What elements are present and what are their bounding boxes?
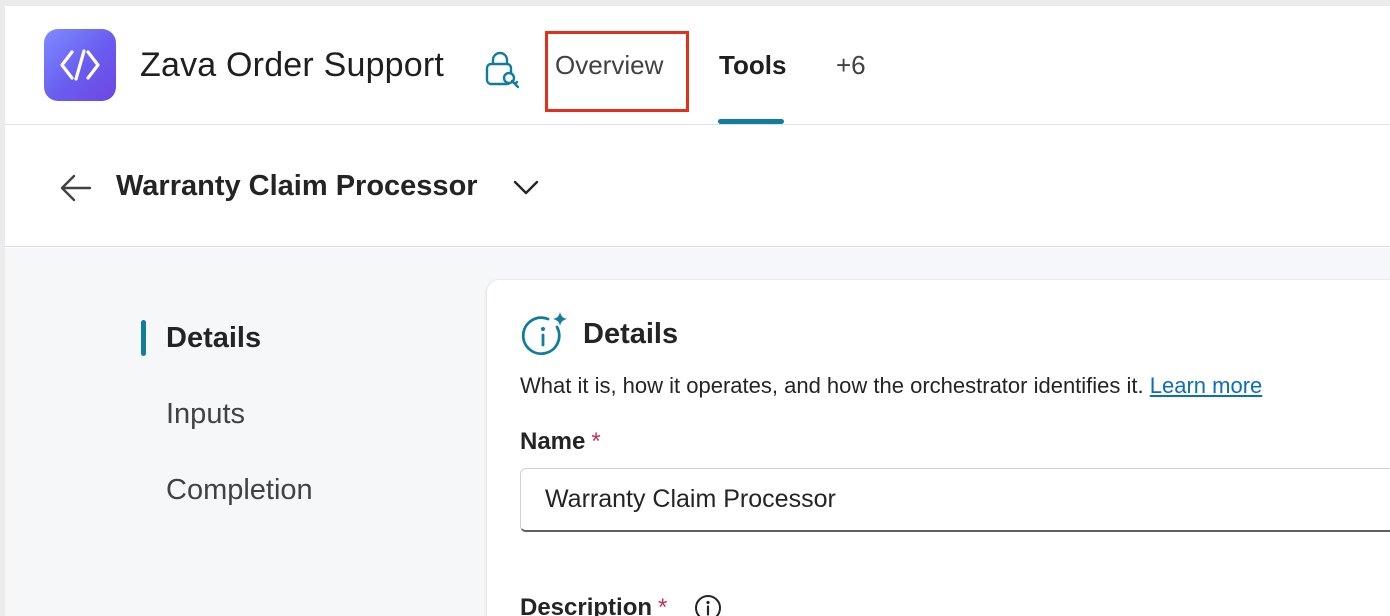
nav-item-completion[interactable]: Completion [166,474,313,507]
card-description: What it is, how it operates, and how the… [520,373,1262,399]
tab-overview[interactable]: Overview [555,50,663,81]
lock-key-icon [485,51,520,89]
nav-active-indicator [141,320,146,356]
info-icon[interactable] [694,594,722,616]
tab-overflow-more[interactable]: +6 [836,50,866,81]
tab-tools[interactable]: Tools [719,50,786,81]
name-input[interactable] [520,468,1390,532]
info-sparkle-icon [521,312,567,356]
chevron-down-icon[interactable] [511,174,541,200]
card-title: Details [583,318,679,350]
app-logo-icon[interactable] [44,29,116,101]
name-label-text: Name [520,428,586,455]
learn-more-link[interactable]: Learn more [1150,373,1263,398]
app-header: Zava Order Support Overview Tools +6 [5,6,1390,125]
tool-title: Warranty Claim Processor [116,170,478,202]
description-label-text: Description [520,594,653,616]
nav-item-inputs[interactable]: Inputs [166,398,245,431]
required-marker: * [591,428,601,455]
description-field-label: Description * [520,594,667,616]
tool-header: Warranty Claim Processor [5,126,1390,247]
active-tab-indicator [718,119,784,124]
card-description-text: What it is, how it operates, and how the… [520,373,1144,398]
required-marker: * [658,594,668,616]
app-title: Zava Order Support [140,46,445,84]
name-field-label: Name * [520,428,601,456]
nav-item-details[interactable]: Details [166,322,261,355]
back-arrow-icon[interactable] [58,170,94,206]
